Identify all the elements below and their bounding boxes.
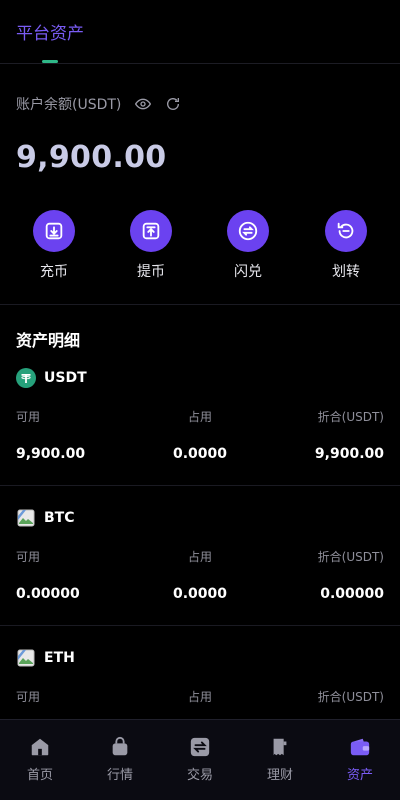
- coin-name: ETH: [44, 650, 75, 666]
- balance-label: 账户余额(USDT): [16, 97, 122, 113]
- nav-market[interactable]: 行情: [80, 736, 160, 783]
- balance-row: 账户余额(USDT): [16, 94, 181, 114]
- available-label: 可用: [16, 550, 41, 564]
- asset-details-title: 资产明细: [16, 331, 81, 350]
- tab-active-indicator: [42, 60, 58, 63]
- asset-head: ETH: [16, 648, 75, 668]
- asset-row-usdt[interactable]: USDT 可用 占用 折合(USDT) 9,900.00 0.0000 9,90…: [0, 368, 400, 508]
- available-value: 0.00000: [16, 586, 80, 602]
- deposit-icon: [33, 210, 75, 252]
- transfer-label: 划转: [332, 264, 360, 280]
- trade-icon: [190, 737, 210, 757]
- wallet-icon: [350, 738, 370, 756]
- transfer-icon: [325, 210, 367, 252]
- asset-head: BTC: [16, 508, 75, 528]
- nav-assets-label: 资产: [346, 768, 373, 783]
- nav-finance[interactable]: 理财: [240, 736, 320, 783]
- withdraw-label: 提币: [137, 264, 165, 280]
- converted-label: 折合(USDT): [317, 410, 384, 424]
- deposit-button[interactable]: 充币: [14, 210, 94, 281]
- broken-image-icon: [16, 508, 36, 528]
- swap-icon: [227, 210, 269, 252]
- nav-home-label: 首页: [26, 768, 53, 783]
- broken-image-icon: [16, 648, 36, 668]
- quick-actions: 充币 提币 闪兑 划转: [0, 210, 400, 284]
- swap-label: 闪兑: [234, 264, 262, 280]
- asset-divider: [0, 625, 400, 626]
- transfer-button[interactable]: 划转: [306, 210, 386, 281]
- available-label: 可用: [16, 410, 41, 424]
- nav-trade-label: 交易: [186, 768, 213, 783]
- occupied-label: 占用: [187, 690, 213, 704]
- market-icon: [112, 736, 128, 756]
- converted-value: 0.00000: [320, 586, 384, 602]
- nav-assets[interactable]: 资产: [320, 736, 400, 783]
- section-divider: [0, 304, 400, 305]
- occupied-value: 0.0000: [172, 446, 228, 462]
- deposit-label: 充币: [40, 264, 68, 280]
- bottom-nav: 首页 行情 交易 理财 资产: [0, 719, 400, 800]
- tether-icon: [16, 368, 36, 388]
- available-label: 可用: [16, 690, 41, 704]
- swap-button[interactable]: 闪兑: [208, 210, 288, 281]
- refresh-icon[interactable]: [165, 96, 181, 112]
- nav-trade[interactable]: 交易: [160, 736, 240, 783]
- eye-icon[interactable]: [135, 96, 152, 112]
- tab-platform-assets[interactable]: 平台资产: [16, 19, 84, 44]
- asset-row-btc[interactable]: BTC 可用 占用 折合(USDT) 0.00000 0.0000 0.0000…: [0, 508, 400, 648]
- nav-home[interactable]: 首页: [0, 736, 80, 783]
- header: 平台资产: [0, 0, 400, 64]
- converted-value: 9,900.00: [314, 446, 384, 462]
- coin-name: BTC: [44, 510, 75, 526]
- asset-divider: [0, 485, 400, 486]
- asset-head: USDT: [16, 368, 87, 388]
- available-value: 9,900.00: [16, 446, 86, 462]
- occupied-label: 占用: [187, 410, 213, 424]
- home-icon: [31, 738, 49, 756]
- occupied-label: 占用: [187, 550, 213, 564]
- nav-finance-label: 理财: [266, 768, 293, 783]
- balance-value: 9,900.00: [16, 140, 167, 175]
- nav-market-label: 行情: [106, 768, 133, 783]
- occupied-value: 0.0000: [172, 586, 228, 602]
- converted-label: 折合(USDT): [317, 550, 384, 564]
- converted-label: 折合(USDT): [317, 690, 384, 704]
- coin-name: USDT: [44, 370, 87, 386]
- withdraw-button[interactable]: 提币: [111, 210, 191, 281]
- withdraw-icon: [130, 210, 172, 252]
- finance-icon: [273, 738, 287, 756]
